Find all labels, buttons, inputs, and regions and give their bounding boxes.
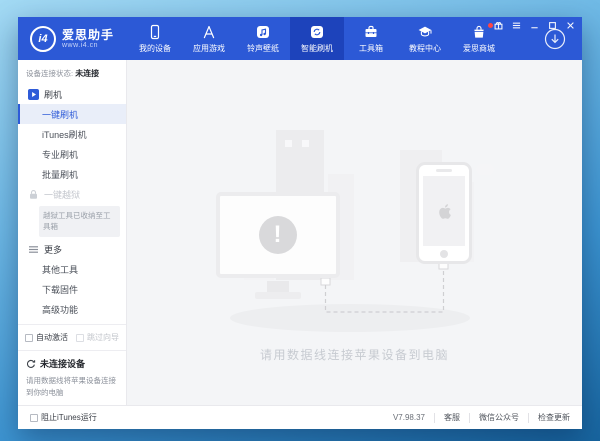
app-title: 爱思助手 bbox=[62, 28, 114, 42]
check-update-link[interactable]: 检查更新 bbox=[538, 412, 570, 423]
computer-illustration: ! bbox=[216, 192, 340, 278]
ringtone-wallpaper-icon bbox=[255, 24, 271, 40]
tab-ringtones-wallpapers[interactable]: 铃声壁纸 bbox=[236, 17, 290, 60]
sidebar-item-advanced[interactable]: 高级功能 bbox=[18, 300, 126, 320]
device-status-label: 设备连接状态: bbox=[26, 69, 73, 78]
connection-description: 请用数据线将苹果设备连接到你的电脑 bbox=[26, 375, 118, 399]
block-itunes-checkbox[interactable]: 阻止iTunes运行 bbox=[30, 412, 97, 423]
connection-panel: 未连接设备 请用数据线将苹果设备连接到你的电脑 bbox=[18, 351, 126, 405]
sidebar-group-more[interactable]: 更多 bbox=[18, 240, 126, 260]
sidebar-item-onekey-flash[interactable]: 一键刷机 bbox=[18, 104, 126, 124]
flash-options: 自动激活 跳过向导 bbox=[18, 325, 126, 350]
sidebar-item-pro-flash[interactable]: 专业刷机 bbox=[18, 144, 126, 164]
divider bbox=[434, 413, 435, 423]
store-icon bbox=[471, 24, 487, 40]
tab-smart-flash[interactable]: 智能刷机 bbox=[290, 17, 344, 60]
iphone-illustration bbox=[416, 162, 472, 264]
checkbox-label: 自动激活 bbox=[36, 332, 68, 343]
device-status-value: 未连接 bbox=[75, 69, 99, 78]
checkbox-box[interactable] bbox=[76, 334, 84, 342]
wechat-official-link[interactable]: 微信公众号 bbox=[479, 412, 519, 423]
bottom-bar: 阻止iTunes运行 V7.98.37 客服 微信公众号 检查更新 bbox=[18, 405, 582, 429]
window-controls bbox=[493, 20, 575, 30]
phone-icon bbox=[147, 24, 163, 40]
lock-icon bbox=[28, 189, 39, 200]
sidebar-group-label: 一键越狱 bbox=[44, 188, 80, 201]
tab-label: 工具箱 bbox=[359, 43, 383, 54]
checkbox-label: 跳过向导 bbox=[87, 332, 119, 343]
tab-my-devices[interactable]: 我的设备 bbox=[128, 17, 182, 60]
tab-label: 应用游戏 bbox=[193, 43, 225, 54]
checkbox-label: 阻止iTunes运行 bbox=[41, 412, 97, 423]
sidebar-group-label: 刷机 bbox=[44, 88, 62, 101]
app-logo: i4 爱思助手 www.i4.cn bbox=[18, 17, 128, 60]
app-window: i4 爱思助手 www.i4.cn 我的设备 应用游戏 bbox=[18, 17, 582, 429]
phone-home-button bbox=[440, 250, 448, 258]
sidebar: 设备连接状态: 未连接 刷机 一键刷机 iTunes刷机 专业刷机 批量刷机 一… bbox=[18, 60, 127, 405]
connection-title: 未连接设备 bbox=[40, 357, 85, 370]
empty-state-message: 请用数据线连接苹果设备到电脑 bbox=[260, 346, 449, 363]
main-content: ! 请用数据线连接苹果设备到电脑 bbox=[127, 60, 582, 405]
phone-screen bbox=[423, 176, 465, 246]
tab-label: 智能刷机 bbox=[301, 43, 333, 54]
customer-service-link[interactable]: 客服 bbox=[444, 412, 460, 423]
phone-speaker bbox=[436, 169, 452, 172]
auto-activate-checkbox[interactable]: 自动激活 bbox=[25, 332, 68, 343]
version-label: V7.98.37 bbox=[393, 413, 425, 422]
checkbox-box[interactable] bbox=[25, 334, 33, 342]
tab-toolbox[interactable]: 工具箱 bbox=[344, 17, 398, 60]
sidebar-item-other-tools[interactable]: 其他工具 bbox=[18, 260, 126, 280]
tutorial-icon bbox=[417, 24, 433, 40]
sidebar-group-flash[interactable]: 刷机 bbox=[18, 84, 126, 104]
bottom-bar-right: V7.98.37 客服 微信公众号 检查更新 bbox=[393, 412, 570, 423]
smart-flash-icon bbox=[309, 24, 325, 40]
monitor-base bbox=[255, 292, 301, 299]
main-nav: 我的设备 应用游戏 铃声壁纸 智能刷机 bbox=[128, 17, 528, 60]
sidebar-item-batch-flash[interactable]: 批量刷机 bbox=[18, 164, 126, 184]
appstore-icon bbox=[201, 24, 217, 40]
sidebar-group-label: 更多 bbox=[44, 243, 62, 256]
exclamation-icon: ! bbox=[259, 216, 297, 254]
gift-icon[interactable] bbox=[493, 20, 503, 30]
maximize-icon[interactable] bbox=[547, 20, 557, 30]
skip-wizard-checkbox[interactable]: 跳过向导 bbox=[76, 332, 119, 343]
sidebar-item-itunes-flash[interactable]: iTunes刷机 bbox=[18, 124, 126, 144]
toolbox-icon bbox=[363, 24, 379, 40]
jailbreak-note: 越狱工具已收纳至工具箱 bbox=[39, 206, 120, 237]
tab-label: 我的设备 bbox=[139, 43, 171, 54]
divider bbox=[469, 413, 470, 423]
divider bbox=[528, 413, 529, 423]
tab-label: 爱思商城 bbox=[463, 43, 495, 54]
body-row: 设备连接状态: 未连接 刷机 一键刷机 iTunes刷机 专业刷机 批量刷机 一… bbox=[18, 60, 582, 405]
menu-icon[interactable] bbox=[511, 20, 521, 30]
device-status: 设备连接状态: 未连接 bbox=[18, 60, 126, 84]
download-icon[interactable] bbox=[544, 28, 566, 50]
tab-apps-games[interactable]: 应用游戏 bbox=[182, 17, 236, 60]
tab-label: 教程中心 bbox=[409, 43, 441, 54]
sidebar-item-download-firmware[interactable]: 下载固件 bbox=[18, 280, 126, 300]
tab-tutorial-center[interactable]: 教程中心 bbox=[398, 17, 452, 60]
app-url: www.i4.cn bbox=[62, 42, 114, 49]
sidebar-group-jailbreak: 一键越狱 bbox=[18, 184, 126, 204]
minimize-icon[interactable] bbox=[529, 20, 539, 30]
refresh-icon[interactable] bbox=[26, 359, 36, 369]
app-header: i4 爱思助手 www.i4.cn 我的设备 应用游戏 bbox=[18, 17, 582, 60]
flash-group-icon bbox=[28, 89, 39, 100]
apple-logo-icon bbox=[435, 202, 453, 220]
i4-logo-icon: i4 bbox=[30, 26, 56, 52]
tab-label: 铃声壁纸 bbox=[247, 43, 279, 54]
no-device-illustration: ! bbox=[210, 116, 500, 334]
close-icon[interactable] bbox=[565, 20, 575, 30]
checkbox-box[interactable] bbox=[30, 414, 38, 422]
more-icon bbox=[28, 244, 39, 255]
